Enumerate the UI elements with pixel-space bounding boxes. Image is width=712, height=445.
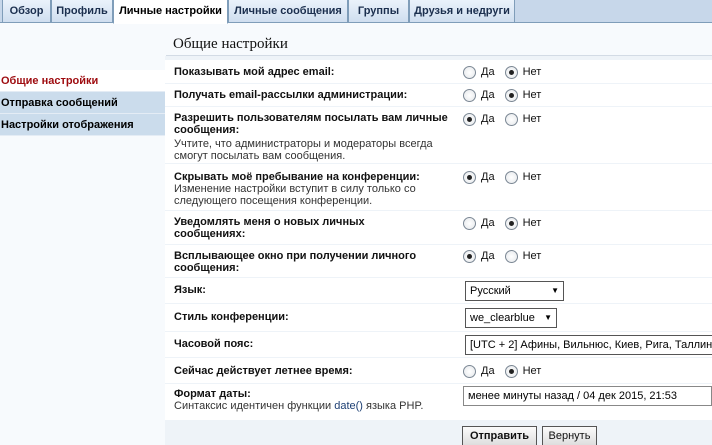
- tab-bar: Обзор Профиль Личные настройки Личные со…: [0, 0, 712, 24]
- setting-row-timezone: Часовой пояс: [UTC + 2] Афины, Вильнюс, …: [165, 332, 712, 357]
- radio-no-label: Нет: [522, 89, 542, 101]
- radio-no-label: Нет: [522, 217, 542, 229]
- reset-button[interactable]: Вернуть: [542, 426, 597, 445]
- radio-no-label: Нет: [522, 365, 542, 377]
- explain-code-function: date(): [334, 400, 363, 412]
- setting-label: Получать email-рассылки администрации:: [174, 89, 408, 101]
- setting-label: Язык:: [174, 284, 206, 296]
- setting-row-date-format: Формат даты: Синтаксис идентичен функции…: [165, 384, 712, 420]
- setting-row-admin-mail: Получать email-рассылки администрации: Д…: [165, 84, 712, 106]
- radio-no[interactable]: [504, 364, 518, 378]
- dropdown-arrow-icon: ▼: [551, 286, 559, 295]
- setting-row-hide-online: Скрывать моё пребывание на конференции: …: [165, 164, 712, 210]
- setting-label: Формат даты:: [174, 388, 251, 400]
- sidebar-item-display[interactable]: Настройки отображения: [0, 114, 165, 136]
- radio-no[interactable]: [504, 88, 518, 102]
- radio-yes[interactable]: [463, 112, 476, 126]
- dropdown-arrow-icon: ▼: [544, 313, 552, 322]
- setting-explain: Изменение настройки вступит в силу тольк…: [174, 183, 416, 207]
- timezone-select-value: [UTC + 2] Афины, Вильнюс, Киев, Рига, Та…: [470, 339, 712, 351]
- setting-row-style: Стиль конференции: we_clearblue ▼: [165, 304, 712, 331]
- language-select[interactable]: Русский ▼: [465, 281, 564, 301]
- radio-group-dst: Да Нет: [463, 364, 551, 378]
- radio-group-admin-mail: Да Нет: [463, 88, 551, 102]
- setting-label: Уведомлять меня о новых личных сообщения…: [174, 216, 365, 240]
- radio-yes[interactable]: [463, 364, 476, 378]
- radio-yes[interactable]: [463, 249, 476, 263]
- setting-row-dst: Сейчас действует летнее время: Да Нет: [165, 358, 712, 383]
- submit-button[interactable]: Отправить: [462, 426, 537, 445]
- date-format-input[interactable]: менее минуты назад / 04 дек 2015, 21:53: [463, 386, 712, 406]
- tab-private-messages[interactable]: Личные сообщения: [228, 0, 348, 23]
- radio-yes-label: Да: [481, 89, 495, 101]
- setting-row-language: Язык: Русский ▼: [165, 278, 712, 303]
- setting-label: Разрешить пользователям посылать вам лич…: [174, 112, 448, 136]
- sidebar-menu: Общие настройки Отправка сообщений Настр…: [0, 70, 165, 136]
- explain-text-after: языка PHP.: [362, 400, 424, 412]
- radio-no-label: Нет: [522, 250, 542, 262]
- radio-yes-label: Да: [481, 66, 495, 78]
- explain-text-before: Синтаксис идентичен функции: [174, 400, 335, 412]
- sidebar-item-general-settings[interactable]: Общие настройки: [0, 70, 165, 92]
- radio-group-allow-pm: Да Нет: [463, 112, 551, 126]
- radio-yes[interactable]: [463, 216, 476, 230]
- setting-label: Часовой пояс:: [174, 338, 254, 350]
- radio-no-label: Нет: [522, 66, 542, 78]
- radio-yes[interactable]: [463, 65, 476, 79]
- radio-yes-label: Да: [481, 365, 495, 377]
- setting-label: Сейчас действует летнее время:: [174, 365, 353, 377]
- setting-row-allow-pm: Разрешить пользователям посылать вам лич…: [165, 107, 712, 163]
- radio-no-label: Нет: [522, 171, 542, 183]
- sidebar-item-posting[interactable]: Отправка сообщений: [0, 92, 165, 114]
- page-title: Общие настройки: [173, 36, 288, 52]
- radio-yes-label: Да: [481, 217, 495, 229]
- radio-no[interactable]: [504, 112, 518, 126]
- radio-yes[interactable]: [463, 170, 476, 184]
- radio-no[interactable]: [504, 170, 518, 184]
- tab-personal-settings[interactable]: Личные настройки: [113, 0, 228, 24]
- radio-no[interactable]: [504, 65, 518, 79]
- tab-groups[interactable]: Группы: [348, 0, 409, 23]
- radio-no[interactable]: [504, 216, 518, 230]
- setting-label: Скрывать моё пребывание на конференции:: [174, 171, 420, 183]
- radio-group-popup-pm: Да Нет: [463, 249, 551, 263]
- setting-explain: Синтаксис идентичен функции date() языка…: [174, 400, 464, 412]
- setting-label: Всплывающее окно при получении личного с…: [174, 250, 417, 274]
- radio-group-hide-online: Да Нет: [463, 170, 551, 184]
- setting-explain: Учтите, что администраторы и модераторы …: [174, 138, 433, 162]
- setting-row-popup-pm: Всплывающее окно при получении личного с…: [165, 245, 712, 277]
- tab-profile[interactable]: Профиль: [51, 0, 113, 23]
- radio-no-label: Нет: [522, 113, 542, 125]
- style-select-value: we_clearblue: [470, 312, 535, 324]
- radio-yes-label: Да: [481, 113, 495, 125]
- title-divider: [166, 55, 712, 56]
- setting-label: Показывать мой адрес email:: [174, 66, 335, 78]
- radio-yes-label: Да: [481, 250, 495, 262]
- setting-row-notify-pm: Уведомлять меня о новых личных сообщения…: [165, 211, 712, 244]
- language-select-value: Русский: [470, 285, 511, 297]
- timezone-select[interactable]: [UTC + 2] Афины, Вильнюс, Киев, Рига, Та…: [465, 335, 712, 355]
- radio-group-notify-pm: Да Нет: [463, 216, 551, 230]
- setting-row-show-email: Показывать мой адрес email: Да Нет: [165, 60, 712, 83]
- tab-friends-foes[interactable]: Друзья и недруги: [409, 0, 515, 23]
- radio-no[interactable]: [504, 249, 518, 263]
- radio-yes[interactable]: [463, 88, 476, 102]
- style-select[interactable]: we_clearblue ▼: [465, 308, 557, 328]
- setting-label: Стиль конференции:: [174, 311, 289, 323]
- radio-yes-label: Да: [481, 171, 495, 183]
- radio-group-show-email: Да Нет: [463, 65, 551, 79]
- tab-overview[interactable]: Обзор: [2, 0, 51, 23]
